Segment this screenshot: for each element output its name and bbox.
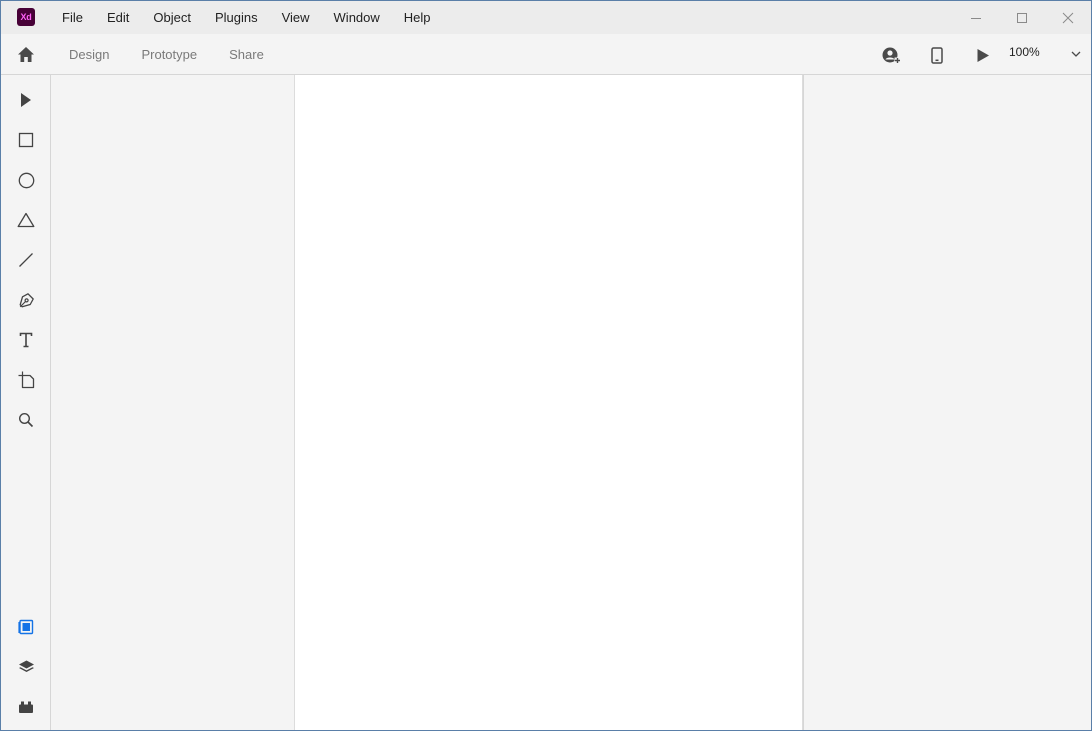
play-preview-button[interactable]: [972, 44, 994, 66]
polygon-icon: [17, 212, 35, 228]
toolbar: Design Prototype Share 100%: [1, 34, 1091, 75]
xd-logo: Xd: [17, 8, 35, 26]
layers-panel-button[interactable]: [14, 655, 38, 679]
menu-window[interactable]: Window: [322, 1, 392, 34]
canvas-pasteboard[interactable]: [51, 75, 803, 730]
device-preview-icon: [931, 46, 943, 64]
plugins-panel-button[interactable]: [14, 695, 38, 719]
artboard-tool[interactable]: [14, 368, 38, 392]
close-button[interactable]: [1045, 1, 1091, 34]
zoom-dropdown[interactable]: 100%: [1009, 44, 1083, 64]
maximize-icon: [1017, 12, 1027, 23]
assets-icon: [18, 619, 34, 635]
user-share-icon: [882, 47, 901, 64]
tool-rail: [1, 75, 51, 730]
menu-edit[interactable]: Edit: [95, 1, 141, 34]
close-icon: [1062, 12, 1074, 23]
window-controls: [953, 1, 1091, 34]
plugins-icon: [19, 701, 33, 713]
menu-bar: File Edit Object Plugins View Window Hel…: [49, 1, 443, 34]
property-inspector: [803, 75, 1091, 730]
zoom-tool[interactable]: [14, 408, 38, 432]
device-preview-button[interactable]: [926, 44, 948, 66]
menu-object[interactable]: Object: [141, 1, 203, 34]
ellipse-tool[interactable]: [14, 168, 38, 192]
minimize-button[interactable]: [953, 1, 999, 34]
ellipse-icon: [18, 172, 34, 188]
zoom-value: 100%: [1009, 45, 1040, 59]
tab-prototype[interactable]: Prototype: [125, 34, 213, 74]
rectangle-icon: [18, 132, 34, 148]
tab-design[interactable]: Design: [53, 34, 125, 74]
pen-tool[interactable]: [14, 288, 38, 312]
menu-file[interactable]: File: [49, 1, 95, 34]
menu-plugins[interactable]: Plugins: [203, 1, 270, 34]
app-window: Xd File Edit Object Plugins View Window …: [0, 0, 1092, 731]
artboard[interactable]: [294, 75, 803, 730]
line-icon: [19, 253, 33, 267]
home-icon: [18, 46, 34, 62]
tab-share[interactable]: Share: [213, 34, 280, 74]
zoom-icon: [18, 412, 34, 428]
maximize-button[interactable]: [999, 1, 1045, 34]
artboard-icon: [18, 371, 35, 389]
select-tool[interactable]: [14, 88, 38, 112]
invite-button[interactable]: [880, 44, 902, 66]
play-icon: [977, 48, 989, 62]
pen-icon: [19, 292, 34, 307]
chevron-down-icon: [1069, 47, 1083, 61]
polygon-tool[interactable]: [14, 208, 38, 232]
text-tool[interactable]: [14, 328, 38, 352]
minimize-icon: [971, 17, 981, 19]
mode-tabs: Design Prototype Share: [53, 34, 280, 74]
text-icon: [19, 332, 33, 348]
home-button[interactable]: [15, 44, 37, 64]
assets-panel-button[interactable]: [14, 615, 38, 639]
select-icon: [21, 93, 31, 107]
layers-icon: [18, 660, 34, 672]
menu-view[interactable]: View: [270, 1, 322, 34]
title-bar: Xd File Edit Object Plugins View Window …: [1, 1, 1091, 34]
line-tool[interactable]: [14, 248, 38, 272]
menu-help[interactable]: Help: [392, 1, 443, 34]
rectangle-tool[interactable]: [14, 128, 38, 152]
